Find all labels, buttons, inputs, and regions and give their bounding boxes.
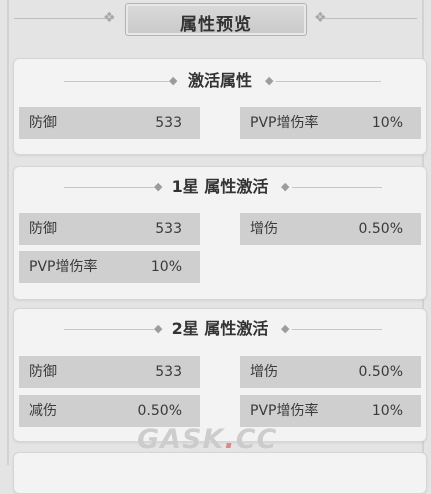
section-title: 激活属性 — [187, 71, 252, 90]
attribute-label: PVP增伤率 — [29, 259, 98, 275]
attribute-label: 防御 — [29, 221, 57, 237]
attribute-value: 10% — [371, 403, 403, 419]
watermark: GASK.CC — [137, 424, 277, 455]
attribute-value: 533 — [155, 115, 182, 131]
attribute-label: PVP增伤率 — [250, 115, 319, 131]
attribute-value: 533 — [155, 364, 182, 380]
attribute-cell: PVP增伤率 10% — [240, 107, 421, 139]
attribute-label: 防御 — [29, 364, 57, 380]
section-card-active-attributes: ◆ ◆ 激活属性 防御 533 PVP增伤率 10% — [13, 58, 427, 155]
section-card-next-partial — [13, 452, 427, 494]
attribute-value: 10% — [371, 115, 403, 131]
section-title: 1星 属性激活 — [171, 177, 269, 196]
section-card-2-star: ◆ ◆ 2星 属性激活 防御 533 增伤 0.50% 减伤 0.50% PVP… — [13, 308, 427, 442]
attribute-label: 增伤 — [250, 221, 278, 237]
section-header: ◆ ◆ 激活属性 — [14, 71, 426, 91]
section-title: 2星 属性激活 — [171, 319, 269, 338]
attribute-value: 533 — [155, 221, 182, 237]
watermark-brand: GASK — [137, 424, 225, 455]
attribute-label: 增伤 — [250, 364, 278, 380]
title-left-rule — [14, 18, 114, 19]
title-banner: ❖ ❖ 属性预览 — [0, 0, 431, 38]
attribute-cell: 增伤 0.50% — [240, 213, 421, 245]
watermark-dot: . — [224, 424, 236, 455]
attribute-cell: 防御 533 — [19, 107, 200, 139]
section-header: ◆ ◆ 2星 属性激活 — [14, 319, 426, 339]
attribute-label: 减伤 — [29, 403, 57, 419]
attribute-cell: PVP增伤率 10% — [19, 251, 200, 283]
section-card-1-star: ◆ ◆ 1星 属性激活 防御 533 增伤 0.50% PVP增伤率 10% — [13, 166, 427, 300]
section-header: ◆ ◆ 1星 属性激活 — [14, 177, 426, 197]
attribute-cell: 防御 533 — [19, 356, 200, 388]
title-plate: 属性预览 — [125, 3, 307, 36]
attribute-cell: PVP增伤率 10% — [240, 395, 421, 427]
attribute-cell: 减伤 0.50% — [19, 395, 200, 427]
watermark-suffix: CC — [235, 424, 278, 455]
title-left-ornament-icon: ❖ — [103, 10, 116, 26]
title-right-rule — [317, 18, 417, 19]
attribute-value: 0.50% — [358, 221, 403, 237]
attribute-label: PVP增伤率 — [250, 403, 319, 419]
attribute-label: 防御 — [29, 115, 57, 131]
attribute-cell: 增伤 0.50% — [240, 356, 421, 388]
page-title: 属性预览 — [180, 15, 252, 35]
attribute-value: 0.50% — [137, 403, 182, 419]
attribute-value: 10% — [150, 259, 182, 275]
title-right-ornament-icon: ❖ — [314, 10, 327, 26]
attribute-cell: 防御 533 — [19, 213, 200, 245]
left-frame-border — [7, 0, 9, 465]
attribute-value: 0.50% — [358, 364, 403, 380]
